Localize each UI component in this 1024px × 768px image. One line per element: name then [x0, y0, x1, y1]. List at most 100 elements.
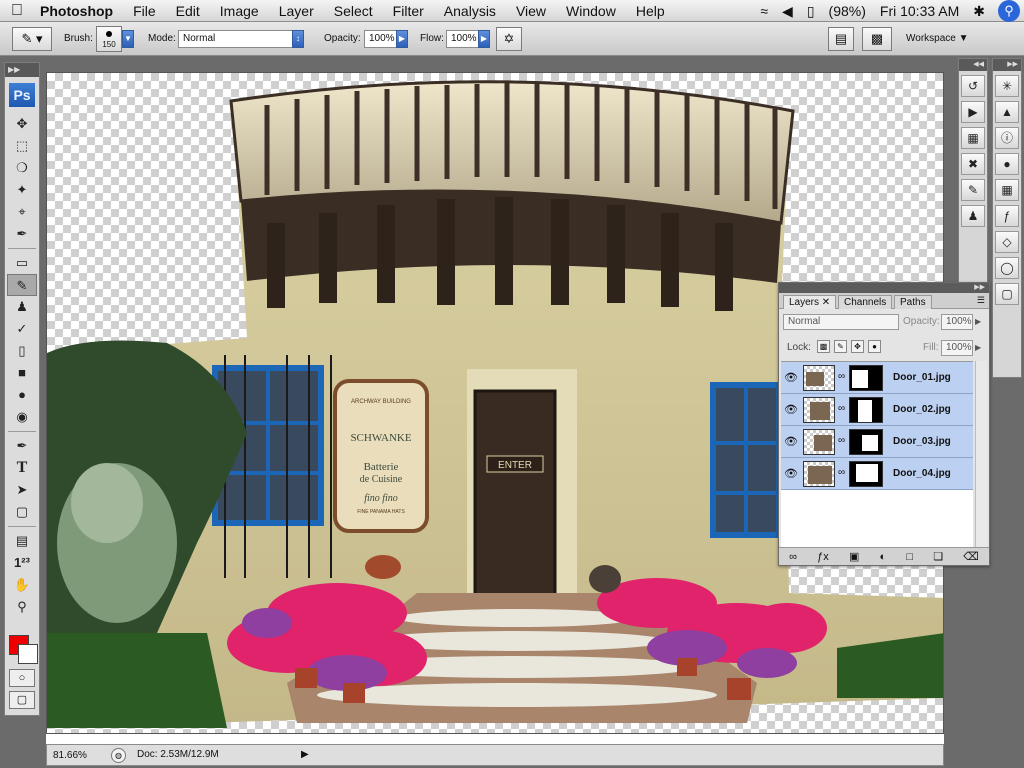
- bluetooth-icon[interactable]: ✱: [966, 0, 992, 22]
- chain-link-icon[interactable]: ∞: [838, 467, 845, 478]
- count-tool-icon[interactable]: 1²³: [7, 552, 37, 574]
- battery-percent[interactable]: (98%): [822, 0, 873, 22]
- type-tool-icon[interactable]: T: [7, 457, 37, 479]
- eyedropper-tool-icon[interactable]: ✒: [7, 223, 37, 245]
- chain-link-icon[interactable]: ∞: [838, 435, 845, 446]
- channels-panel-icon[interactable]: ◯: [995, 257, 1019, 279]
- workspace-menu[interactable]: Workspace ▼: [906, 22, 969, 56]
- lock-transparency-icon[interactable]: ▩: [817, 340, 830, 353]
- zoom-level[interactable]: 81.66%: [53, 748, 105, 763]
- mode-select[interactable]: Normal: [178, 30, 296, 48]
- magic-wand-tool-icon[interactable]: ✦: [7, 179, 37, 201]
- battery-icon[interactable]: ▯: [800, 0, 822, 22]
- layer-mask-thumbnail[interactable]: [849, 461, 883, 487]
- layer-thumbnail[interactable]: [803, 429, 835, 455]
- dodge-tool-icon[interactable]: ◉: [7, 406, 37, 428]
- adjustment-layer-icon[interactable]: ◐: [880, 551, 887, 563]
- fill-arrow-icon[interactable]: ▶: [975, 343, 981, 352]
- blur-tool-icon[interactable]: ●: [7, 384, 37, 406]
- layer-row[interactable]: 👁 ∞ Door_02.jpg: [781, 394, 973, 426]
- layer-mask-thumbnail[interactable]: [849, 397, 883, 423]
- clone-stamp-tool-icon[interactable]: ♟: [7, 296, 37, 318]
- layer-list-scrollbar[interactable]: [975, 361, 987, 551]
- dock-column-grip[interactable]: ◀◀: [959, 59, 987, 71]
- brushes-panel-icon[interactable]: ✎: [961, 179, 985, 201]
- menu-select[interactable]: Select: [324, 0, 383, 22]
- layer-name[interactable]: Door_04.jpg: [893, 458, 951, 490]
- status-menu-arrow-icon[interactable]: ▶: [301, 749, 309, 760]
- layer-row[interactable]: 👁 ∞ Door_01.jpg: [781, 362, 973, 394]
- status-info-icon[interactable]: ◍: [111, 748, 126, 763]
- volume-icon[interactable]: ◀: [775, 0, 800, 22]
- layer-name[interactable]: Door_03.jpg: [893, 426, 951, 458]
- link-layers-icon[interactable]: ∞: [789, 551, 797, 563]
- flow-input[interactable]: 100%: [446, 30, 480, 48]
- dock-column-grip[interactable]: ▶▶: [993, 59, 1021, 71]
- lock-all-icon[interactable]: ●: [868, 340, 881, 353]
- notes-tool-icon[interactable]: ▤: [7, 530, 37, 552]
- layer-name[interactable]: Door_02.jpg: [893, 394, 951, 426]
- paths-panel-icon[interactable]: ▢: [995, 283, 1019, 305]
- apple-menu-icon[interactable]: : [0, 2, 34, 20]
- menu-analysis[interactable]: Analysis: [434, 0, 506, 22]
- tool-preset-picker[interactable]: ✎ ▾: [12, 27, 52, 51]
- lock-pixels-icon[interactable]: ✎: [834, 340, 847, 353]
- fill-input[interactable]: 100%: [941, 340, 973, 356]
- layer-thumbnail[interactable]: [803, 397, 835, 423]
- layer-thumbnail[interactable]: [803, 365, 835, 391]
- mode-select-arrow[interactable]: ↕: [292, 30, 304, 48]
- lock-position-icon[interactable]: ✥: [851, 340, 864, 353]
- menu-window[interactable]: Window: [556, 0, 626, 22]
- menu-layer[interactable]: Layer: [269, 0, 324, 22]
- layer-mask-thumbnail[interactable]: [849, 429, 883, 455]
- eye-icon[interactable]: 👁: [784, 467, 798, 481]
- info-panel-icon[interactable]: ⓘ: [995, 127, 1019, 149]
- histogram-panel-icon[interactable]: ▲: [995, 101, 1019, 123]
- healing-brush-tool-icon[interactable]: ▭: [7, 252, 37, 274]
- layer-row[interactable]: 👁 ∞ Door_04.jpg: [781, 458, 973, 490]
- hand-tool-icon[interactable]: ✋: [7, 574, 37, 596]
- chain-link-icon[interactable]: ∞: [838, 403, 845, 414]
- swatches-panel-icon[interactable]: ▦: [995, 179, 1019, 201]
- tab-paths[interactable]: Paths: [894, 295, 932, 309]
- layer-comps-panel-icon[interactable]: ▦: [961, 127, 985, 149]
- navigator-panel-icon[interactable]: ✳: [995, 75, 1019, 97]
- actions-panel-icon[interactable]: ▶: [961, 101, 985, 123]
- new-layer-icon[interactable]: ❏: [933, 550, 943, 563]
- layer-name[interactable]: Door_01.jpg: [893, 362, 951, 394]
- clone-source-panel-icon[interactable]: ♟: [961, 205, 985, 227]
- tab-channels[interactable]: Channels: [838, 295, 893, 309]
- panel-menu-icon[interactable]: ☰: [977, 295, 985, 306]
- gradient-tool-icon[interactable]: ■: [7, 362, 37, 384]
- add-mask-icon[interactable]: ▣: [849, 550, 859, 563]
- eye-icon[interactable]: 👁: [784, 435, 798, 449]
- menu-help[interactable]: Help: [626, 0, 675, 22]
- opacity-slider-arrow[interactable]: ▶: [396, 30, 408, 48]
- layer-thumbnail[interactable]: [803, 461, 835, 487]
- app-menu[interactable]: Photoshop: [34, 3, 123, 19]
- history-panel-icon[interactable]: ↺: [961, 75, 985, 97]
- history-brush-tool-icon[interactable]: ✓: [7, 318, 37, 340]
- move-tool-icon[interactable]: ✥: [7, 113, 37, 135]
- new-group-icon[interactable]: □: [906, 551, 913, 563]
- brush-picker-arrow[interactable]: ▼: [122, 30, 134, 48]
- spotlight-search-icon[interactable]: ⚲: [998, 0, 1020, 22]
- crop-tool-icon[interactable]: ⌖: [7, 201, 37, 223]
- quick-mask-icon[interactable]: ○: [9, 669, 35, 687]
- trash-icon[interactable]: ⌫: [963, 550, 979, 563]
- background-color-swatch[interactable]: [18, 644, 38, 664]
- eye-icon[interactable]: 👁: [784, 403, 798, 417]
- brush-tool-icon[interactable]: ✎: [7, 274, 37, 296]
- color-panel-icon[interactable]: ●: [995, 153, 1019, 175]
- path-selection-tool-icon[interactable]: ➤: [7, 479, 37, 501]
- layer-style-icon[interactable]: ƒx: [817, 551, 829, 563]
- layer-opacity-input[interactable]: 100%: [941, 314, 973, 330]
- zoom-tool-icon[interactable]: ⚲: [7, 596, 37, 618]
- menu-image[interactable]: Image: [210, 0, 269, 22]
- clock[interactable]: Fri 10:33 AM: [873, 0, 966, 22]
- wifi-icon[interactable]: ≈: [753, 0, 775, 22]
- menu-edit[interactable]: Edit: [166, 0, 210, 22]
- menu-file[interactable]: File: [123, 0, 166, 22]
- tools-panel-grip[interactable]: ▶▶: [5, 63, 39, 77]
- eye-icon[interactable]: 👁: [784, 371, 798, 385]
